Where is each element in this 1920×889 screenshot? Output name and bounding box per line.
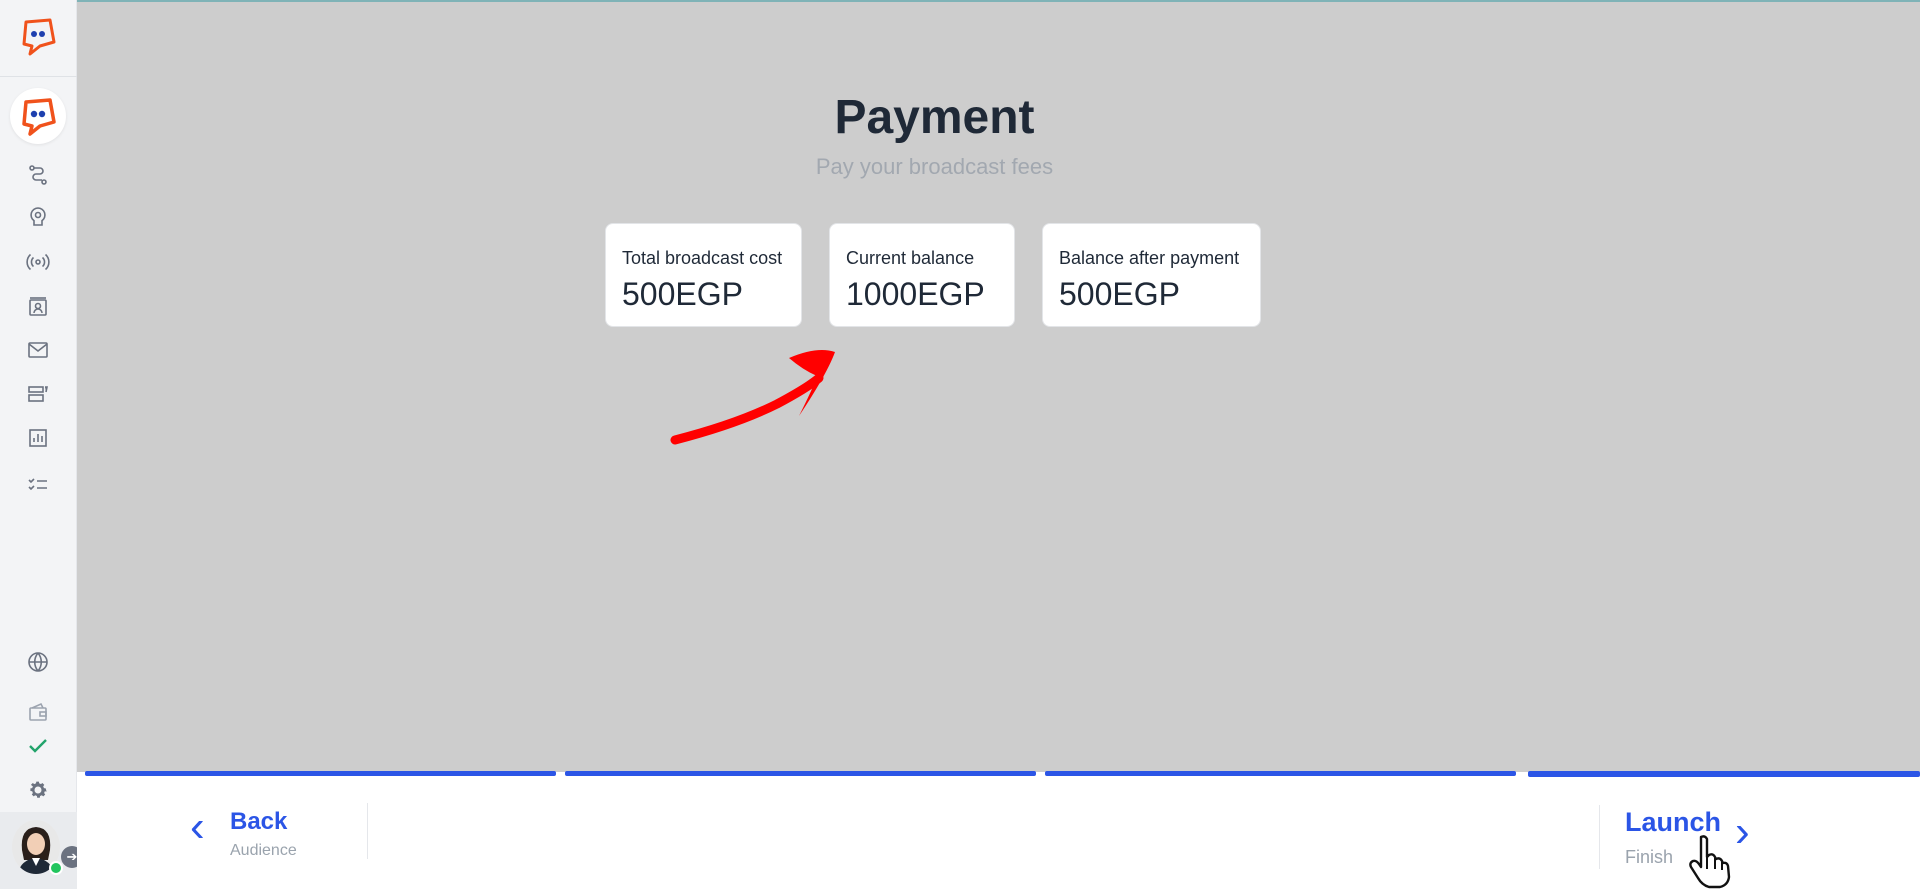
back-button[interactable]: ‹ Back Audience	[190, 802, 410, 862]
templates-icon[interactable]	[26, 382, 50, 406]
hand-cursor-icon	[1689, 835, 1731, 889]
total-cost-card: Total broadcast cost 500EGP	[605, 223, 802, 327]
card-label: Balance after payment	[1059, 248, 1240, 268]
page-subtitle: Pay your broadcast fees	[815, 154, 1054, 179]
launch-sublabel: Finish	[1625, 847, 1674, 867]
balance-after-payment-card: Balance after payment 500EGP	[1042, 223, 1261, 327]
progress-step-3	[1045, 771, 1516, 776]
broadcast-icon[interactable]	[26, 250, 50, 274]
bot-icon[interactable]	[26, 205, 50, 229]
workspace-avatar[interactable]	[10, 88, 66, 144]
sidebar: ➔	[0, 0, 83, 889]
card-label: Current balance	[846, 248, 975, 268]
card-value: 1000EGP	[846, 276, 985, 312]
user-profile[interactable]: ➔	[0, 812, 83, 889]
back-sublabel: Audience	[230, 842, 297, 859]
payment-panel: Payment Pay your broadcast fees Total br…	[77, 0, 1920, 772]
chevron-left-icon: ‹	[190, 802, 205, 851]
analytics-icon[interactable]	[26, 426, 50, 450]
logo-icon[interactable]	[18, 16, 58, 56]
mail-icon[interactable]	[26, 338, 50, 362]
footer-divider	[367, 803, 368, 859]
online-status-dot	[49, 861, 63, 875]
tasks-icon[interactable]	[26, 472, 50, 496]
current-balance-card: Current balance 1000EGP	[829, 223, 1015, 327]
footer-divider	[1599, 805, 1600, 869]
flow-icon[interactable]	[26, 163, 50, 187]
globe-icon[interactable]	[26, 650, 50, 674]
wizard-footer: ‹ Back Audience Launch › Finish	[77, 777, 1920, 889]
back-label: Back	[230, 808, 288, 835]
chevron-right-icon: ›	[1735, 807, 1750, 856]
card-value: 500EGP	[622, 276, 743, 312]
card-value: 500EGP	[1059, 276, 1180, 312]
gear-icon[interactable]	[26, 778, 50, 802]
card-label: Total broadcast cost	[622, 248, 783, 268]
progress-step-2	[565, 771, 1036, 776]
contacts-icon[interactable]	[26, 295, 50, 319]
check-icon[interactable]	[26, 734, 50, 758]
wallet-icon[interactable]	[26, 700, 50, 724]
page-title: Payment	[834, 91, 1035, 144]
progress-step-1	[85, 771, 556, 776]
sidebar-divider	[0, 76, 77, 77]
annotation-arrow-icon	[670, 350, 835, 445]
